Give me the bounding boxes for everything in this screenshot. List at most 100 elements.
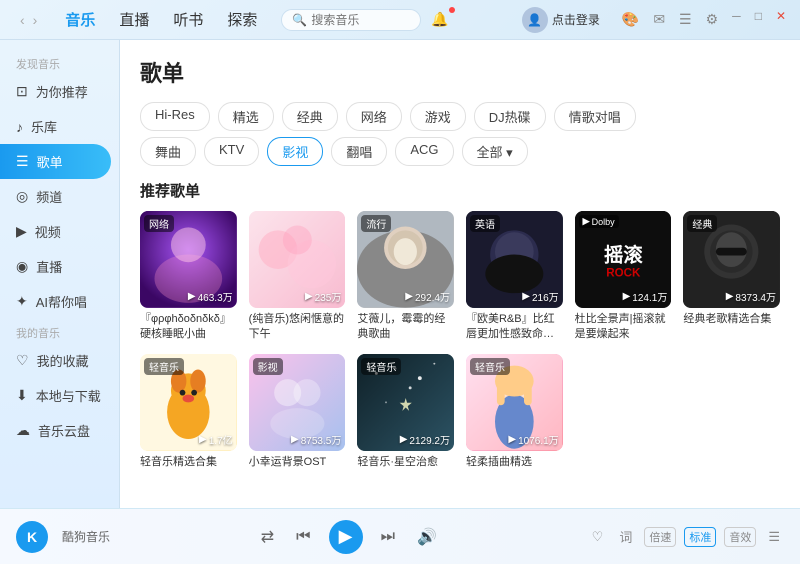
nav-arrows: ‹ › [18, 10, 39, 30]
video-icon: ▶ [16, 223, 27, 240]
settings-icon[interactable]: ⚙ [702, 9, 723, 30]
filter-row-1: Hi-Res 精选 经典 网络 游戏 DJ热碟 情歌对唱 [140, 102, 780, 131]
playlist-card-8[interactable]: 影视 ▶ 8753.5万 小幸运背景OST [249, 354, 346, 470]
sidebar-label-cloud: 音乐云盘 [38, 421, 90, 440]
notification-icon[interactable]: 🔔 [427, 9, 452, 30]
play-button[interactable]: ▶ [329, 520, 363, 554]
filter-movie[interactable]: 影视 [267, 137, 323, 166]
nav-music[interactable]: 音乐 [55, 5, 105, 34]
sidebar-item-video[interactable]: ▶ 视频 [0, 214, 119, 249]
player-right-controls: ♡ 词 倍速 标准 音效 ☰ [588, 525, 784, 548]
filter-duet[interactable]: 情歌对唱 [554, 102, 636, 131]
filter-dj[interactable]: DJ热碟 [474, 102, 546, 131]
sidebar-item-playlist[interactable]: ☰ 歌单 [0, 144, 111, 179]
playlist-card-7[interactable]: 轻音乐 ▶ 1.7亿 轻音乐精选合集 [140, 354, 237, 470]
filter-internet[interactable]: 网络 [346, 102, 402, 131]
sidebar-item-live[interactable]: ◉ 直播 [0, 249, 119, 284]
back-arrow[interactable]: ‹ [18, 10, 27, 30]
app-logo: K [16, 521, 48, 553]
sidebar-item-library[interactable]: ♪ 乐库 [0, 109, 119, 144]
volume-button[interactable]: 🔊 [413, 523, 441, 551]
svg-text:摇滚: 摇滚 [604, 243, 643, 266]
filter-game[interactable]: 游戏 [410, 102, 466, 131]
badge-3: 流行 [361, 215, 391, 232]
nav-live[interactable]: 直播 [109, 5, 159, 34]
prev-button[interactable]: ⏮ [292, 524, 314, 550]
filter-dance[interactable]: 舞曲 [140, 137, 196, 166]
playlist-thumb-5: 摇滚 ROCK ▶Dolby ▶ 124.1万 [575, 211, 672, 308]
like-button[interactable]: ♡ [588, 527, 608, 547]
sidebar: 发现音乐 ⊡ 为你推荐 ♪ 乐库 ☰ 歌单 ◎ 频道 ▶ 视频 ◉ 直播 ✦ A… [0, 40, 120, 508]
sidebar-item-favorites[interactable]: ♡ 我的收藏 [0, 343, 119, 378]
sidebar-label-playlist: 歌单 [37, 152, 63, 171]
playlist-card-5[interactable]: 摇滚 ROCK ▶Dolby ▶ 124.1万 杜比全景声|摇滚就是要燥起来 [575, 211, 672, 342]
player-bar: K 酷狗音乐 ⇄ ⏮ ▶ ⏭ 🔊 ♡ 词 倍速 标准 音效 ☰ [0, 508, 800, 564]
filter-cover[interactable]: 翻唱 [331, 137, 387, 166]
playlist-card-3[interactable]: 流行 ▶ 292.4万 艾薇儿，霉霉的经典歌曲 [357, 211, 454, 342]
quality-button[interactable]: 标准 [684, 527, 716, 547]
playlist-name-10: 轻柔插曲精选 [466, 455, 563, 470]
playlist-name-8: 小幸运背景OST [249, 455, 346, 470]
sidebar-label-video: 视频 [35, 222, 61, 241]
sidebar-item-cloud[interactable]: ☁ 音乐云盘 [0, 413, 119, 448]
sidebar-item-ai[interactable]: ✦ AI帮你唱 [0, 284, 119, 319]
playlist-name-4: 『欧美R&B』比红唇更加性感致命的旋律 [466, 312, 563, 343]
app-name: 酷狗音乐 [62, 528, 110, 545]
play-count-7: ▶ 1.7亿 [199, 432, 233, 447]
cloud-icon: ☁ [16, 422, 30, 439]
filter-row-2: 舞曲 KTV 影视 翻唱 ACG 全部 ▾ [140, 137, 780, 166]
maximize-button[interactable]: □ [751, 9, 766, 30]
playlist-thumb-7: 轻音乐 ▶ 1.7亿 [140, 354, 237, 451]
play-count-9: ▶ 2129.2万 [400, 432, 450, 447]
playlist-card-6[interactable]: 经典 ▶ 8373.4万 经典老歌精选合集 [683, 211, 780, 342]
playlist-card-9[interactable]: 轻音乐 ▶ 2129.2万 轻音乐·星空治愈 [357, 354, 454, 470]
playlist-name-6: 经典老歌精选合集 [683, 312, 780, 327]
filter-more[interactable]: 全部 ▾ [462, 137, 528, 166]
login-text: 点击登录 [552, 11, 600, 28]
sidebar-item-local[interactable]: ⬇ 本地与下载 [0, 378, 119, 413]
filter-classic[interactable]: 经典 [282, 102, 338, 131]
close-button[interactable]: ✕ [772, 9, 790, 30]
playlist-thumb-9: 轻音乐 ▶ 2129.2万 [357, 354, 454, 451]
playlist-card-1[interactable]: 网络 ▶ 463.3万 『φρφhδoδnδkδ』硬核睡眠小曲 [140, 211, 237, 342]
sidebar-label-library: 乐库 [31, 117, 57, 136]
nav-audiobook[interactable]: 听书 [163, 5, 213, 34]
live-icon: ◉ [16, 258, 28, 275]
filter-acg[interactable]: ACG [395, 137, 453, 166]
search-box[interactable]: 🔍 [281, 9, 421, 31]
filter-ktv[interactable]: KTV [204, 137, 259, 166]
speed-button[interactable]: 倍速 [644, 527, 676, 547]
login-button[interactable]: 👤 点击登录 [522, 7, 600, 33]
badge-1: 网络 [144, 215, 174, 232]
badge-9: 轻音乐 [361, 358, 401, 375]
mail-icon[interactable]: ✉ [649, 9, 669, 30]
ai-icon: ✦ [16, 293, 28, 310]
shuffle-button[interactable]: ⇄ [257, 523, 278, 551]
filter-hires[interactable]: Hi-Res [140, 102, 210, 131]
sidebar-label-live: 直播 [36, 257, 62, 276]
playlist-name-7: 轻音乐精选合集 [140, 455, 237, 470]
playlist-card-4[interactable]: 英语 ▶ 216万 『欧美R&B』比红唇更加性感致命的旋律 [466, 211, 563, 342]
skin-icon[interactable]: 🎨 [618, 9, 643, 30]
search-input[interactable] [311, 13, 410, 27]
nav-explore[interactable]: 探索 [217, 5, 267, 34]
forward-arrow[interactable]: › [31, 10, 40, 30]
favorites-icon: ♡ [16, 352, 29, 369]
sidebar-item-recommend[interactable]: ⊡ 为你推荐 [0, 74, 119, 109]
playlist-queue-button[interactable]: ☰ [764, 527, 784, 547]
title-bar-right: 👤 点击登录 🎨 ✉ ☰ ⚙ ─ □ ✕ [522, 7, 790, 33]
menu-icon[interactable]: ☰ [675, 9, 696, 30]
next-button[interactable]: ⏭ [377, 524, 399, 550]
search-icon: 🔍 [292, 13, 307, 27]
dolby-badge: ▶Dolby [579, 215, 619, 228]
filter-selected[interactable]: 精选 [218, 102, 274, 131]
playlist-card-2[interactable]: ▶ 235万 (纯音乐)悠闲惬意的下午 [249, 211, 346, 342]
sidebar-label-local: 本地与下载 [36, 386, 101, 405]
svg-text:ROCK: ROCK [606, 267, 641, 280]
title-bar-left: ‹ › 音乐 直播 听书 探索 🔍 🔔 [10, 5, 453, 34]
effect-button[interactable]: 音效 [724, 527, 756, 547]
minimize-button[interactable]: ─ [728, 9, 745, 30]
sidebar-item-channel[interactable]: ◎ 频道 [0, 179, 119, 214]
lyrics-button[interactable]: 词 [615, 525, 636, 548]
playlist-card-10[interactable]: 轻音乐 ▶ 1076.1万 轻柔插曲精选 [466, 354, 563, 470]
